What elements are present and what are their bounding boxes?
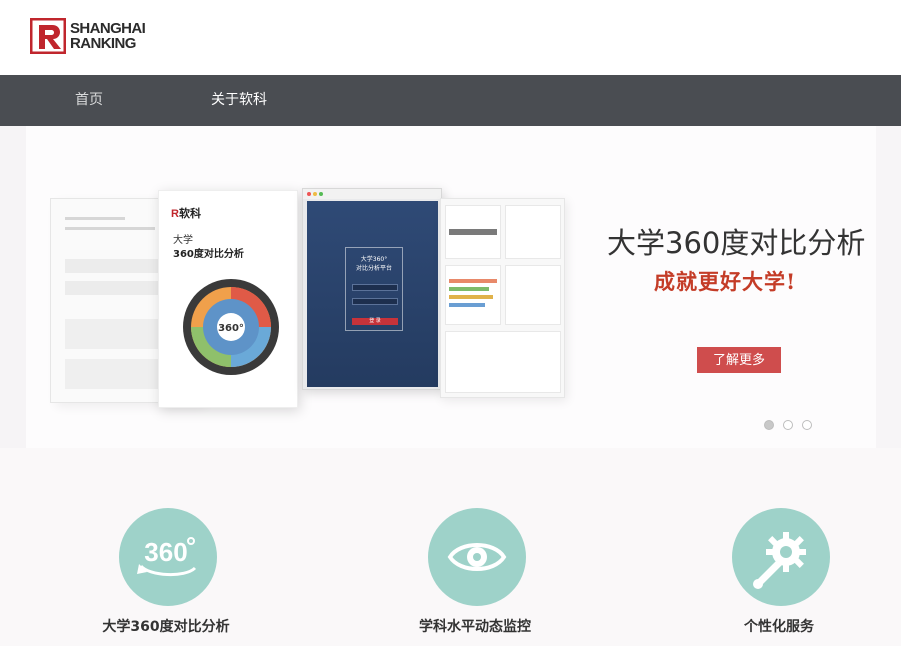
banner-slogan: 成就更好大学! [654, 269, 797, 294]
features-section: 360 大学360度对比分析 学科水平动态监控 个性化服务 [0, 448, 901, 646]
learn-more-button[interactable]: 了解更多 [697, 347, 781, 373]
carousel-pager [764, 420, 812, 430]
carousel-dot-1[interactable] [764, 420, 774, 430]
login-screen-mockup: 大学360° 对比分析平台 登 录 [302, 188, 442, 390]
360-icon[interactable]: 360 [119, 508, 217, 606]
feature-label: 个性化服务 [744, 619, 814, 635]
main-nav: 首页 关于软科 [0, 75, 901, 126]
360-wheel-graphic: 360° [183, 279, 279, 375]
banner-headline: 大学360度对比分析 [607, 226, 866, 260]
brochure-cover: R软科 大学 360度对比分析 360° [158, 190, 298, 408]
logo-wordmark: SHANGHAI RANKING [70, 20, 146, 52]
eye-icon[interactable] [428, 508, 526, 606]
carousel-dot-3[interactable] [802, 420, 812, 430]
gear-wrench-icon[interactable] [732, 508, 830, 606]
brochure-logo: R软科 [171, 208, 201, 220]
carousel-dot-2[interactable] [783, 420, 793, 430]
brochure-title-line-2: 360度对比分析 [173, 249, 244, 260]
svg-text:360: 360 [144, 537, 187, 567]
logo-mark-icon [29, 17, 67, 55]
site-header: SHANGHAI RANKING [0, 0, 901, 75]
feature-label: 学科水平动态监控 [419, 619, 531, 635]
brochure-title-line-1: 大学 [173, 235, 193, 246]
product-mockup-image: R软科 大学 360度对比分析 360° 大学360° 对比分析平台 登 录 [40, 180, 570, 420]
nav-item-home[interactable]: 首页 [75, 75, 103, 126]
login-panel: 大学360° 对比分析平台 登 录 [345, 247, 403, 331]
logo-line-2: RANKING [70, 35, 136, 52]
banner-edge-left [0, 126, 26, 448]
wheel-label: 360° [218, 323, 244, 334]
banner-edge-right [876, 126, 901, 448]
shanghai-ranking-logo[interactable]: SHANGHAI RANKING [29, 17, 146, 55]
logo-line-1: SHANGHAI [70, 20, 146, 37]
feature-label: 大学360度对比分析 [102, 619, 230, 635]
nav-item-about[interactable]: 关于软科 [211, 75, 267, 126]
dashboard-mockup [440, 198, 565, 398]
